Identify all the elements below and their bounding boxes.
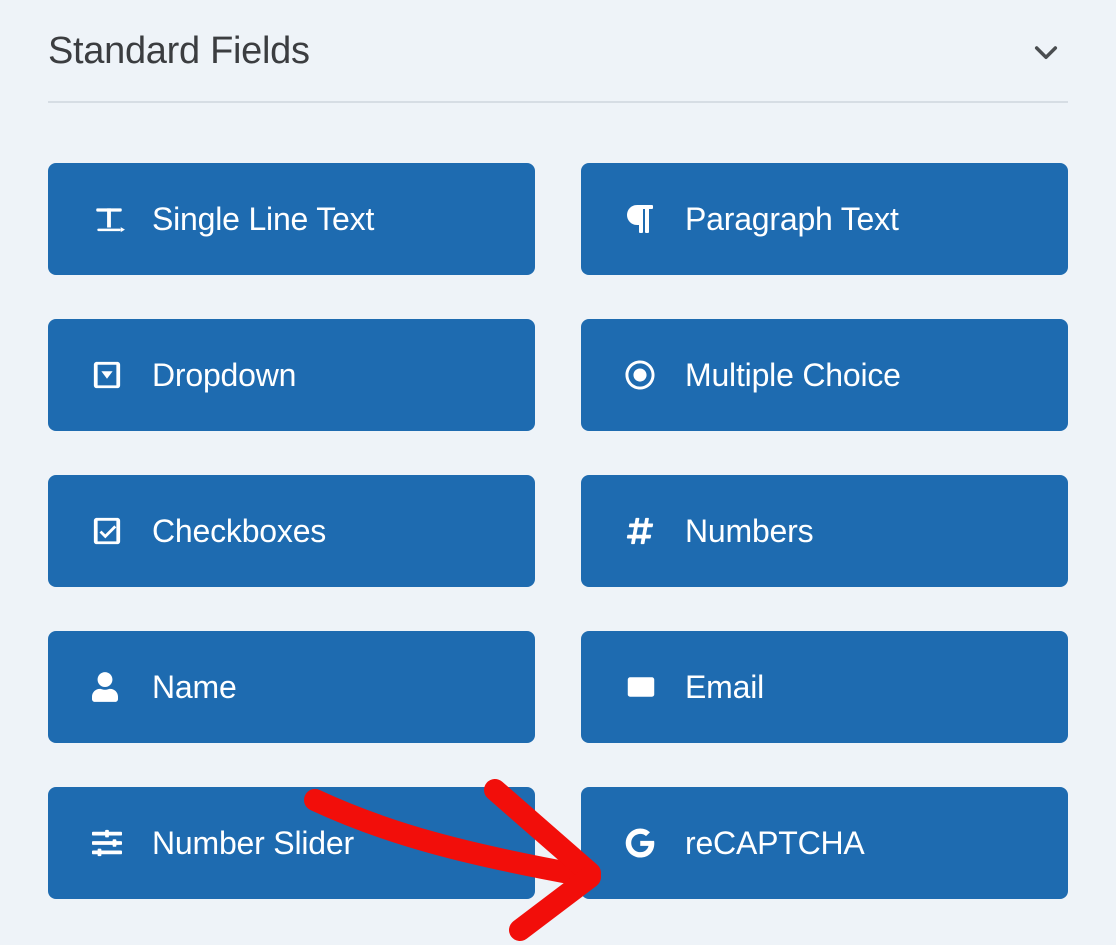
sliders-icon <box>92 828 138 858</box>
field-label: Name <box>152 669 237 706</box>
user-icon <box>92 672 138 702</box>
field-label: reCAPTCHA <box>685 825 865 862</box>
field-button-multiple-choice[interactable]: Multiple Choice <box>581 319 1068 431</box>
dropdown-icon <box>92 360 138 390</box>
field-label: Email <box>685 669 764 706</box>
field-label: Checkboxes <box>152 513 326 550</box>
section-title: Standard Fields <box>48 30 310 73</box>
field-button-recaptcha[interactable]: reCAPTCHA <box>581 787 1068 899</box>
fields-grid: Single Line Text Paragraph Text Dropdown… <box>48 163 1068 899</box>
field-button-single-line-text[interactable]: Single Line Text <box>48 163 535 275</box>
field-label: Paragraph Text <box>685 201 899 238</box>
field-label: Dropdown <box>152 357 296 394</box>
field-label: Multiple Choice <box>685 357 901 394</box>
field-label: Number Slider <box>152 825 354 862</box>
field-label: Single Line Text <box>152 201 374 238</box>
text-cursor-icon <box>92 202 138 236</box>
field-button-checkboxes[interactable]: Checkboxes <box>48 475 535 587</box>
envelope-icon <box>625 673 671 701</box>
hash-icon <box>625 516 671 546</box>
field-button-paragraph-text[interactable]: Paragraph Text <box>581 163 1068 275</box>
checkbox-check-icon <box>92 516 138 546</box>
section-header[interactable]: Standard Fields <box>48 10 1068 101</box>
field-button-name[interactable]: Name <box>48 631 535 743</box>
field-label: Numbers <box>685 513 813 550</box>
divider <box>48 101 1068 103</box>
radio-dot-icon <box>625 360 671 390</box>
paragraph-icon <box>625 203 671 235</box>
google-g-icon <box>625 828 671 858</box>
field-button-dropdown[interactable]: Dropdown <box>48 319 535 431</box>
field-button-numbers[interactable]: Numbers <box>581 475 1068 587</box>
field-button-email[interactable]: Email <box>581 631 1068 743</box>
field-button-number-slider[interactable]: Number Slider <box>48 787 535 899</box>
chevron-down-icon <box>1030 36 1062 68</box>
